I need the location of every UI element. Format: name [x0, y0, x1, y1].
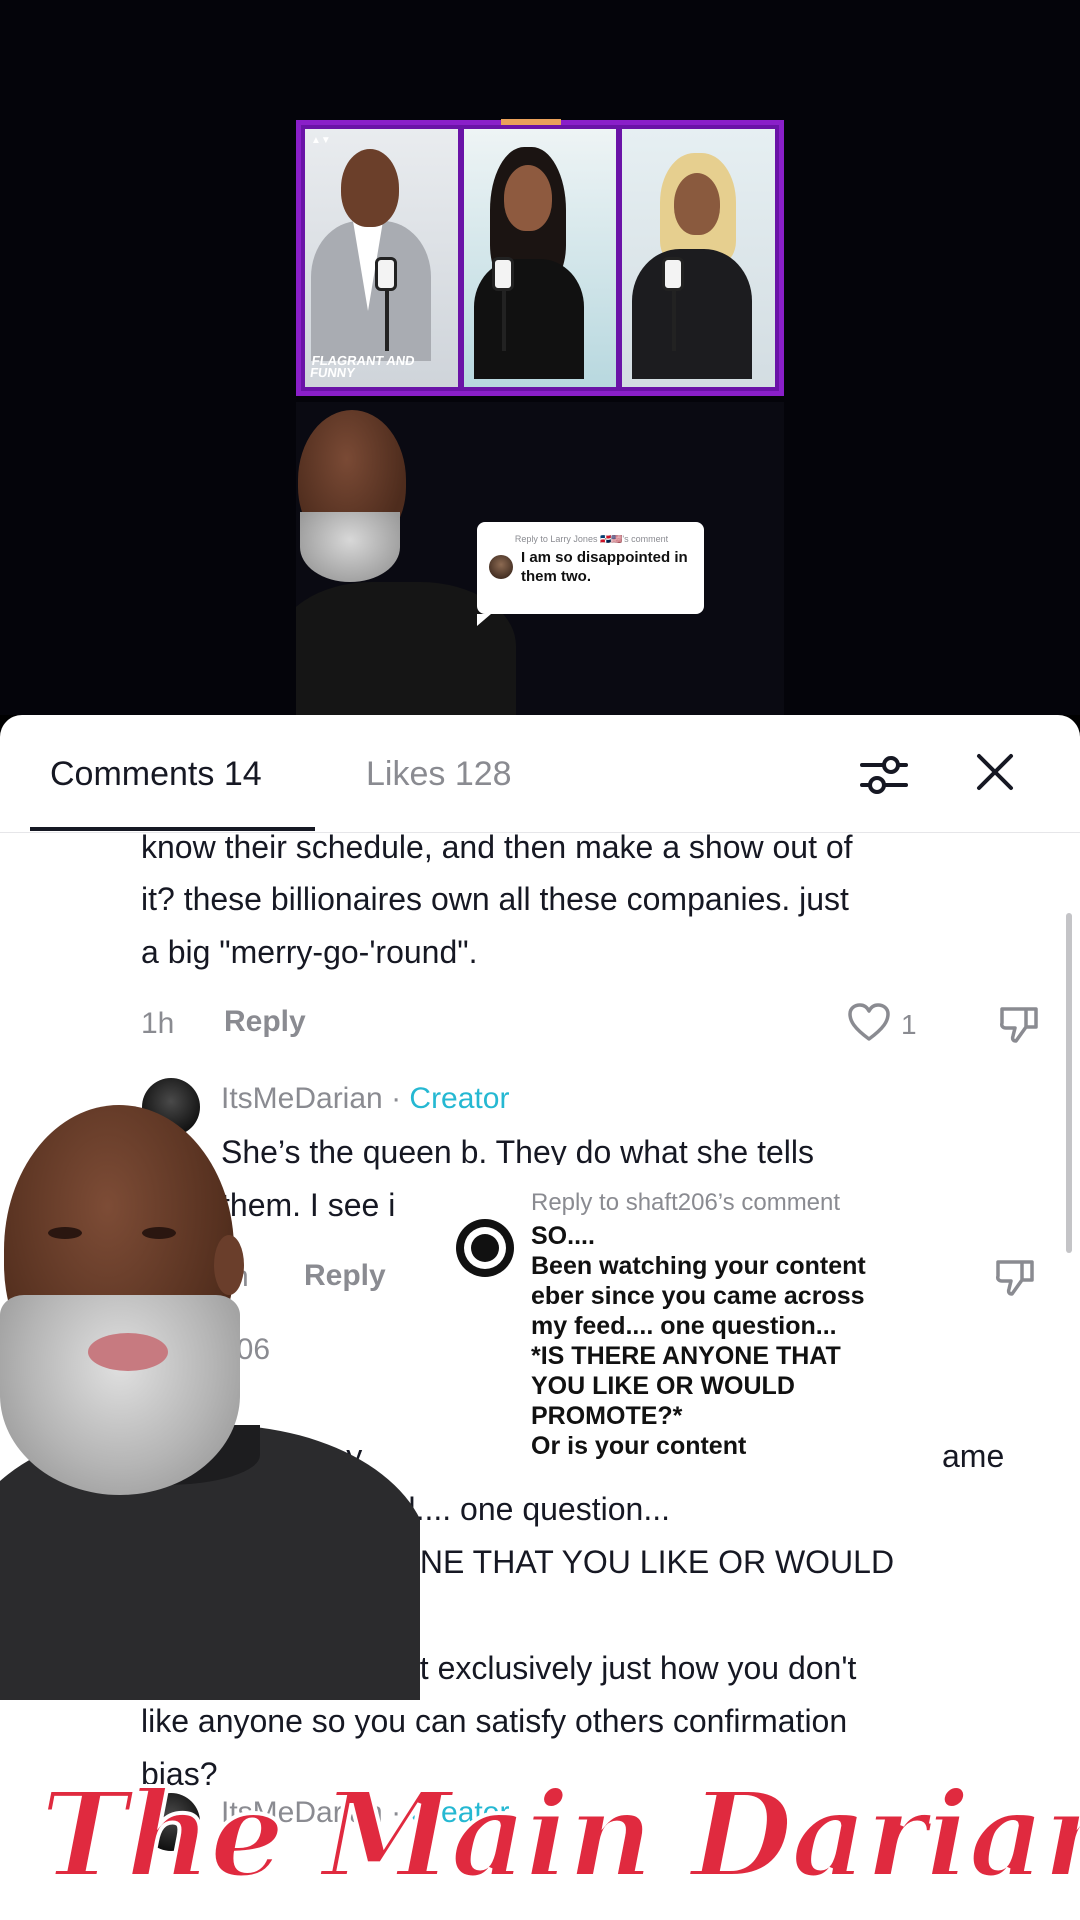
comment-text-line: ed.... one question... — [380, 1491, 670, 1527]
like-count: 1 — [901, 1009, 917, 1040]
scrollbar[interactable] — [1066, 913, 1072, 1253]
comment-text-line: know their schedule, and then make a sho… — [141, 829, 853, 865]
tab-comments[interactable]: Comments 14 — [50, 755, 262, 794]
dislike-icon[interactable] — [998, 1003, 1040, 1045]
comment-timestamp: 1h — [141, 1007, 175, 1040]
avatar — [456, 1219, 514, 1277]
filter-icon[interactable] — [860, 753, 908, 797]
reply-comment-card[interactable]: Reply to shaft206’s comment SO.... Been … — [436, 1165, 936, 1487]
panel-host: ▲▼ FLAGRANT AND FUNNY — [305, 129, 458, 387]
heart-icon[interactable] — [848, 1003, 890, 1043]
sheet-tabs: Comments 14 Likes 128 — [0, 715, 1080, 833]
comment-text-line: ONE THAT YOU LIKE OR WOULD — [395, 1544, 895, 1580]
creator-video-overlay — [0, 1095, 420, 1700]
podcast-logo: ▲▼ — [311, 135, 331, 146]
reply-card-text: SO.... Been watching your content eber s… — [531, 1222, 866, 1460]
reply-button[interactable]: Reply — [224, 1005, 306, 1039]
reply-sticker-text: I am so disappointed in them two. — [521, 549, 688, 585]
comment-text-line: like anyone so you can satisfy others co… — [141, 1703, 848, 1739]
panel-guest-1 — [463, 129, 617, 387]
reply-comment-sticker[interactable]: Reply to Larry Jones 🇩🇴🇺🇸's comment I am… — [477, 522, 704, 626]
stitched-video-panels: ▲▼ FLAGRANT AND FUNNY — [296, 119, 784, 396]
reply-sticker-title: Reply to Larry Jones 🇩🇴🇺🇸's comment — [514, 534, 669, 544]
tab-likes[interactable]: Likes 128 — [366, 755, 512, 794]
comment-text-line: ame — [942, 1438, 1005, 1474]
reply-card-title: Reply to shaft206’s comment — [531, 1189, 841, 1216]
show-logo: FLAGRANT AND FUNNY — [309, 353, 416, 380]
comment-text-line: nt exclusively just how you don't — [402, 1650, 857, 1686]
avatar — [489, 555, 513, 579]
brand-watermark: The Main Darian — [38, 1765, 1080, 1904]
comment-text-line: it? these billionaires own all these com… — [141, 881, 849, 917]
creator-badge: Creator — [409, 1082, 510, 1115]
comment-text-line: a big "merry-go-'round". — [141, 934, 478, 970]
panel-guest-2 — [622, 129, 776, 387]
video-player[interactable]: ▲▼ FLAGRANT AND FUNNY Reply to Larry Jon… — [0, 0, 1080, 715]
dislike-icon[interactable] — [994, 1256, 1036, 1298]
close-icon[interactable] — [974, 751, 1016, 793]
